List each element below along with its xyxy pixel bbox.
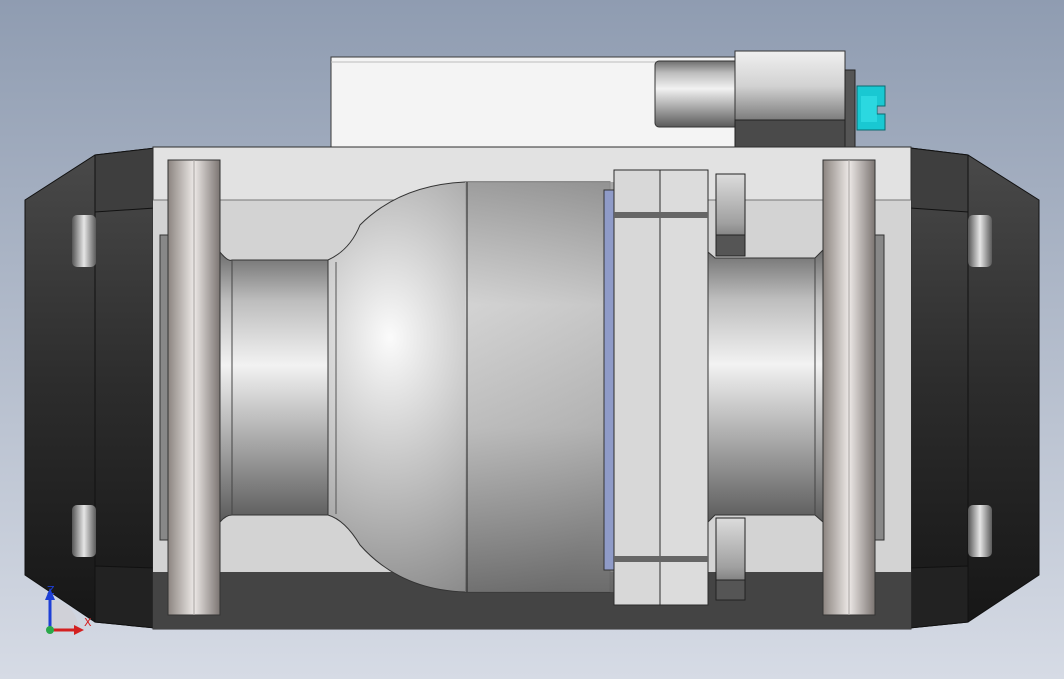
origin-dot xyxy=(46,626,54,634)
end-cap-bolt xyxy=(968,215,992,267)
z-axis-label: Z xyxy=(47,584,55,597)
flange-left[interactable] xyxy=(159,159,221,616)
end-cap-bolt xyxy=(968,505,992,557)
actuator-end-cap-left[interactable] xyxy=(24,147,156,629)
end-cap-bolt xyxy=(72,215,96,267)
end-cap-bolt xyxy=(72,505,96,557)
cad-viewport[interactable]: Z X xyxy=(0,0,1064,679)
body-flange-ring[interactable] xyxy=(603,169,709,606)
pipe-neck-left[interactable] xyxy=(219,250,329,524)
valve-ball-body[interactable] xyxy=(327,181,615,593)
x-axis-label: X xyxy=(84,616,92,629)
hex-nut-bottom[interactable] xyxy=(715,517,746,601)
cad-model-view[interactable]: Z X xyxy=(0,0,1064,679)
flange-right[interactable] xyxy=(822,159,885,616)
hex-nut-top[interactable] xyxy=(715,173,746,257)
pipe-neck-right[interactable] xyxy=(707,248,824,524)
actuator-end-cap-right[interactable] xyxy=(909,147,1040,629)
